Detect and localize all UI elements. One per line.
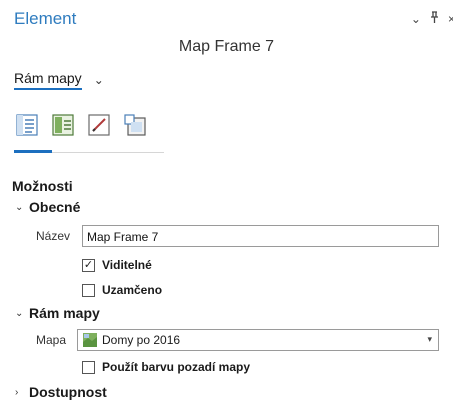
- group-general-header[interactable]: ⌄ Obecné: [15, 199, 80, 215]
- dropdown-caret-icon: ▾: [427, 334, 432, 344]
- visible-label: Viditelné: [102, 258, 152, 272]
- pencil-icon: [88, 114, 110, 136]
- placement-icon: [124, 114, 146, 136]
- pane-header-controls: ⌄ ×: [411, 11, 453, 26]
- group-map-frame-label: Rám mapy: [29, 305, 100, 321]
- visible-checkbox[interactable]: ✓: [82, 258, 95, 272]
- name-field-label: Název: [36, 229, 71, 243]
- chevron-down-icon: ⌄: [15, 307, 24, 319]
- element-name-title: Map Frame 7: [178, 38, 275, 55]
- visible-checkbox-row[interactable]: ✓ Viditelné: [82, 258, 152, 272]
- name-input[interactable]: Map Frame 7: [82, 225, 439, 247]
- map-field-label: Mapa: [36, 333, 67, 347]
- group-accessibility-label: Dostupnost: [29, 384, 107, 400]
- pin-icon[interactable]: [430, 11, 439, 26]
- element-type-label: Rám mapy: [14, 70, 82, 90]
- property-tabs: [14, 112, 148, 138]
- group-accessibility-header[interactable]: › Dostupnost: [15, 384, 107, 400]
- map-icon: [83, 333, 97, 347]
- display-icon: [52, 114, 74, 136]
- locked-checkbox-row[interactable]: Uzamčeno: [82, 283, 162, 297]
- tab-display[interactable]: [50, 112, 76, 138]
- options-icon: [16, 114, 38, 136]
- map-bg-label: Použít barvu pozadí mapy: [102, 360, 251, 374]
- tab-options[interactable]: [14, 112, 40, 138]
- pane-title: Element: [14, 9, 77, 28]
- element-pane: Element ⌄ × Map Frame 7 Rám mapy ⌄ Možno…: [0, 0, 453, 412]
- map-select[interactable]: Domy po 2016 ▾: [77, 329, 439, 351]
- chevron-down-icon: ⌄: [15, 201, 24, 213]
- chevron-right-icon: ›: [15, 386, 19, 398]
- tab-placement[interactable]: [122, 112, 148, 138]
- map-select-value: Domy po 2016: [102, 333, 181, 347]
- locked-checkbox[interactable]: [82, 283, 95, 297]
- map-bg-checkbox-row[interactable]: Použít barvu pozadí mapy: [82, 360, 250, 374]
- locked-label: Uzamčeno: [102, 283, 163, 297]
- chevron-down-icon: ⌄: [93, 73, 104, 87]
- map-bg-checkbox[interactable]: [82, 360, 95, 374]
- group-map-frame-header[interactable]: ⌄ Rám mapy: [15, 305, 100, 321]
- tab-symbol[interactable]: [86, 112, 112, 138]
- active-tab-indicator: [14, 150, 52, 153]
- element-type-dropdown[interactable]: Rám mapy ⌄: [14, 70, 104, 90]
- options-section-title: Možnosti: [12, 178, 73, 194]
- collapse-options-icon[interactable]: ⌄: [411, 12, 421, 26]
- close-icon[interactable]: ×: [448, 12, 453, 26]
- group-general-label: Obecné: [29, 199, 81, 215]
